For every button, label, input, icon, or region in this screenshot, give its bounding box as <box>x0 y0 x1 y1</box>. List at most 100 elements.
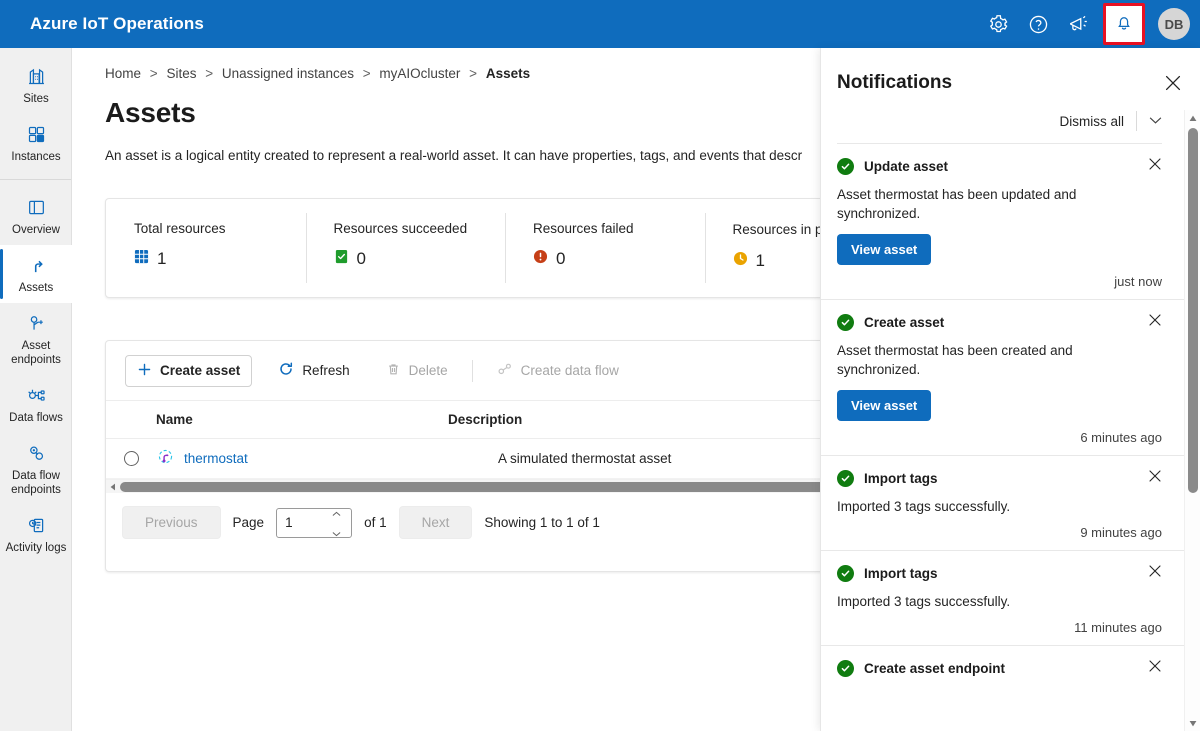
sidebar-item-data-flows[interactable]: Data flows <box>0 375 72 433</box>
notification-timestamp: 9 minutes ago <box>1080 525 1162 540</box>
breadcrumb-item-myaiocluster[interactable]: myAIOcluster <box>379 66 460 81</box>
row-select-cell <box>106 451 156 466</box>
notification-title: Update asset <box>864 159 949 174</box>
create-asset-button[interactable]: Create asset <box>125 354 253 387</box>
sidebar-item-label: Instances <box>11 151 61 163</box>
notification-title: Create asset endpoint <box>864 661 1006 676</box>
stat-value: 1 <box>755 251 765 270</box>
notification-item[interactable]: Update asset Asset thermostat has been u… <box>821 144 1200 299</box>
data-flow-icon <box>497 361 513 380</box>
scroll-down-arrow-icon[interactable] <box>1185 715 1200 731</box>
stat-resources-failed: Resources failed 0 <box>505 199 705 297</box>
plus-icon <box>137 362 152 380</box>
scroll-up-arrow-icon[interactable] <box>1185 110 1200 126</box>
sidebar-item-label: Asset endpoints <box>11 340 61 366</box>
breadcrumb-item-sites[interactable]: Sites <box>166 66 196 81</box>
chevron-down-icon <box>1149 112 1162 130</box>
stat-label: Resources succeeded <box>333 221 468 236</box>
table-header-row: Name Description <box>106 401 904 439</box>
breadcrumb-separator: > <box>469 66 478 81</box>
row-radio-button[interactable] <box>123 451 139 466</box>
data-flow-endpoints-icon <box>26 442 47 464</box>
collapse-notifications-button[interactable] <box>1149 112 1162 130</box>
sidebar-item-activity-logs[interactable]: Activity logs <box>0 505 72 563</box>
dismiss-notification-button[interactable] <box>1148 659 1162 678</box>
stat-value: 0 <box>356 249 366 268</box>
delete-button: Delete <box>374 355 460 387</box>
notification-item[interactable]: Create asset endpoint <box>821 645 1200 688</box>
horizontal-scroll-thumb[interactable] <box>120 481 862 492</box>
page-number-stepper[interactable] <box>276 507 353 538</box>
stat-label: Resources failed <box>533 221 634 236</box>
stat-value: 1 <box>157 249 167 268</box>
refresh-label: Refresh <box>302 363 350 378</box>
sidebar-item-label: Activity logs <box>5 542 67 554</box>
data-flows-icon <box>26 384 47 406</box>
sidebar-item-label: Assets <box>18 282 54 294</box>
sidebar-item-data-flow-endpoints[interactable]: Data flow endpoints <box>0 433 72 505</box>
view-asset-button[interactable]: View asset <box>837 390 932 421</box>
dismiss-all-button[interactable]: Dismiss all <box>1059 114 1124 129</box>
dismiss-notification-button[interactable] <box>1148 564 1162 583</box>
row-name-cell: thermostat <box>156 448 498 470</box>
notification-timestamp: just now <box>1114 274 1162 289</box>
notifications-button[interactable] <box>1103 3 1145 45</box>
avatar[interactable]: DB <box>1158 8 1190 40</box>
scroll-left-arrow-icon[interactable] <box>106 483 119 491</box>
success-check-icon <box>837 158 854 175</box>
feedback-button[interactable] <box>1058 4 1098 44</box>
actions-divider <box>1136 111 1137 131</box>
sidebar-item-sites[interactable]: Sites <box>0 56 72 114</box>
stat-total-resources: Total resources 1 <box>106 199 306 297</box>
breadcrumb-item-home[interactable]: Home <box>105 66 141 81</box>
table-horizontal-scrollbar[interactable] <box>106 479 904 493</box>
stat-resources-succeeded: Resources succeeded 0 <box>305 199 506 297</box>
dismiss-notification-button[interactable] <box>1148 157 1162 176</box>
notification-body: Asset thermostat has been created and sy… <box>837 343 1073 377</box>
notifications-panel: Notifications Dismiss all Update asset A… <box>820 48 1200 731</box>
asset-name-link[interactable]: thermostat <box>184 451 248 466</box>
notification-item[interactable]: Create asset Asset thermostat has been c… <box>821 299 1200 455</box>
toolbar-divider <box>471 359 473 382</box>
sidebar-item-asset-endpoints[interactable]: Asset endpoints <box>0 303 72 375</box>
notification-title: Create asset <box>864 315 945 330</box>
overview-icon <box>26 196 47 218</box>
refresh-icon <box>278 361 294 380</box>
dismiss-notification-button[interactable] <box>1148 313 1162 332</box>
close-icon <box>1164 75 1182 96</box>
sidebar-item-assets[interactable]: Assets <box>0 245 72 303</box>
table-toolbar: Create asset Refresh Delete Create data … <box>106 341 904 401</box>
header-actions: DB <box>978 0 1200 48</box>
chevron-down-icon[interactable] <box>332 524 341 542</box>
vertical-scroll-thumb[interactable] <box>1188 128 1198 493</box>
settings-button[interactable] <box>978 4 1018 44</box>
table-row[interactable]: thermostat A simulated thermostat asset <box>106 439 904 479</box>
refresh-button[interactable]: Refresh <box>266 354 361 387</box>
help-button[interactable] <box>1018 4 1058 44</box>
breadcrumb-item-unassigned-instances[interactable]: Unassigned instances <box>222 66 354 81</box>
assets-table-card: Create asset Refresh Delete Create data … <box>105 340 905 572</box>
breadcrumb-separator: > <box>362 66 371 81</box>
notifications-title: Notifications <box>837 72 953 93</box>
next-page-button: Next <box>398 506 473 539</box>
notification-item[interactable]: Import tags Imported 3 tags successfully… <box>821 455 1200 550</box>
notifications-vertical-scrollbar[interactable] <box>1184 110 1200 731</box>
notification-timestamp: 11 minutes ago <box>1074 620 1162 635</box>
close-panel-button[interactable] <box>1162 72 1184 99</box>
activity-logs-icon <box>26 514 47 536</box>
trash-icon <box>386 362 401 380</box>
notifications-panel-header: Notifications <box>821 48 1200 99</box>
dismiss-notification-button[interactable] <box>1148 469 1162 488</box>
chevron-up-icon[interactable] <box>332 504 341 522</box>
asset-icon <box>156 448 175 470</box>
page-number-input[interactable] <box>277 509 326 536</box>
sidebar-item-overview[interactable]: Overview <box>0 187 72 245</box>
column-header-name[interactable]: Name <box>106 412 448 427</box>
sidebar-item-instances[interactable]: Instances <box>0 114 72 172</box>
view-asset-button[interactable]: View asset <box>837 234 932 265</box>
notification-timestamp: 6 minutes ago <box>1080 430 1162 445</box>
success-check-icon <box>837 660 854 677</box>
stepper-arrows[interactable] <box>325 504 347 542</box>
notification-item[interactable]: Import tags Imported 3 tags successfully… <box>821 550 1200 645</box>
app-title: Azure IoT Operations <box>30 14 204 33</box>
